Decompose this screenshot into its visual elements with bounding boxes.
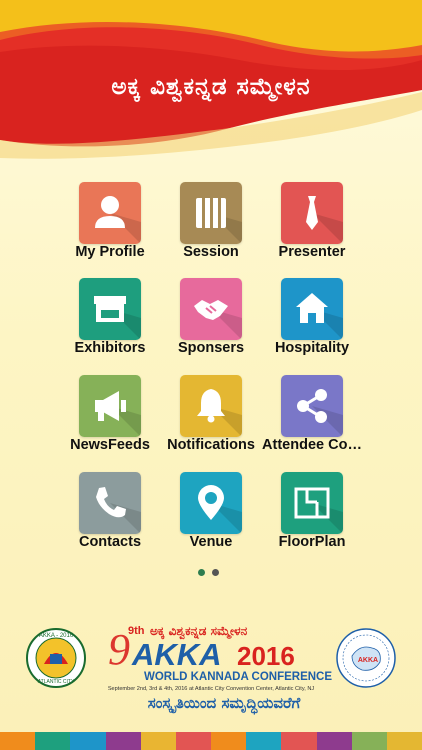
tile-attendee-contacts[interactable]: Attendee Co… bbox=[252, 375, 372, 465]
tile-icon-box bbox=[180, 472, 242, 534]
akka-seal-right: AKKA bbox=[336, 628, 396, 688]
tile-label: FloorPlan bbox=[278, 534, 346, 550]
year-text: 2016 bbox=[237, 641, 295, 671]
akka-2016-logo: 9 9th ಅಕ್ಕ ವಿಶ್ವಕನ್ನಡ ಸಮ್ಮೇಳನ AKKA 2016 … bbox=[108, 624, 333, 715]
floorplan-icon bbox=[281, 472, 343, 534]
tie-icon bbox=[281, 182, 343, 244]
tile-icon-box bbox=[79, 472, 141, 534]
conference-subtitle: WORLD KANNADA CONFERENCE bbox=[144, 671, 332, 683]
tile-icon-box bbox=[79, 375, 141, 437]
color-strip-segment bbox=[386, 732, 422, 750]
tile-icon-box bbox=[281, 278, 343, 340]
color-strip-segment bbox=[140, 732, 176, 750]
color-strip-segment bbox=[351, 732, 387, 750]
color-strip-segment bbox=[0, 732, 36, 750]
phone-icon bbox=[79, 472, 141, 534]
tile-icon-box bbox=[281, 375, 343, 437]
color-strip-segment bbox=[246, 732, 282, 750]
color-strip-segment bbox=[35, 732, 71, 750]
store-icon bbox=[79, 278, 141, 340]
page-indicator bbox=[198, 563, 226, 581]
person-icon bbox=[79, 182, 141, 244]
left-seal-top-text: AKKA - 2016 bbox=[39, 633, 74, 639]
page-dot-active[interactable] bbox=[198, 569, 205, 576]
tile-icon-box bbox=[79, 278, 141, 340]
color-strip-segment bbox=[105, 732, 141, 750]
tile-presenter[interactable]: Presenter bbox=[252, 182, 372, 272]
tile-label: Attendee Co… bbox=[262, 437, 362, 453]
tile-icon-box bbox=[180, 375, 242, 437]
akka-seal-left: AKKA - 2016 ATLANTIC CITY bbox=[26, 628, 86, 688]
home-icon bbox=[281, 278, 343, 340]
color-strip-segment bbox=[70, 732, 106, 750]
color-strip-segment bbox=[211, 732, 247, 750]
tile-icon-box bbox=[281, 182, 343, 244]
tile-icon-box bbox=[180, 182, 242, 244]
tile-hospitality[interactable]: Hospitality bbox=[252, 278, 372, 368]
handshake-icon bbox=[180, 278, 242, 340]
akka-brand-text: AKKA bbox=[131, 637, 222, 672]
edition-text: 9th bbox=[128, 625, 145, 637]
conference-tagline: ಸಂಸ್ಕೃತಿಯಿಂದ ಸಮೃದ್ಧಿಯವರೆಗೆ bbox=[148, 694, 301, 715]
tile-icon-box bbox=[180, 278, 242, 340]
tile-label: Presenter bbox=[278, 244, 346, 260]
tile-label: Hospitality bbox=[274, 340, 350, 356]
tile-icon-box bbox=[79, 182, 141, 244]
megaphone-icon bbox=[79, 375, 141, 437]
svg-text:9: 9 bbox=[108, 625, 130, 674]
conference-dates: September 2nd, 3rd & 4th, 2016 at Atlant… bbox=[108, 686, 315, 692]
app-title: ಅಕ್ಕ ವಿಶ್ವಕನ್ನಡ ಸಮ್ಮೇಳನ bbox=[111, 74, 311, 100]
color-strip bbox=[0, 732, 422, 750]
columns-icon bbox=[180, 182, 242, 244]
share-icon bbox=[281, 375, 343, 437]
tile-icon-box bbox=[281, 472, 343, 534]
location-icon bbox=[180, 472, 242, 534]
color-strip-segment bbox=[281, 732, 317, 750]
conference-footer: AKKA - 2016 ATLANTIC CITY 9 9th ಅಕ್ಕ ವಿಶ… bbox=[26, 624, 396, 715]
bell-icon bbox=[180, 375, 242, 437]
left-seal-bottom-text: ATLANTIC CITY bbox=[38, 679, 75, 685]
color-strip-segment bbox=[316, 732, 352, 750]
page-dot[interactable] bbox=[212, 569, 219, 576]
right-seal-text: AKKA bbox=[358, 657, 378, 664]
tile-floorplan[interactable]: FloorPlan bbox=[252, 472, 372, 562]
color-strip-segment bbox=[175, 732, 212, 750]
